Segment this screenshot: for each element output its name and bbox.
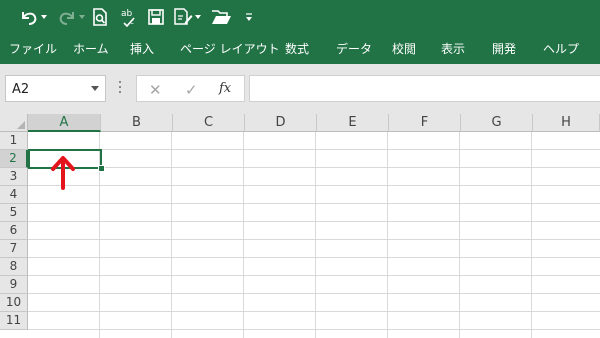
fill-handle[interactable] xyxy=(98,165,105,172)
undo-dropdown-icon[interactable] xyxy=(40,6,48,28)
svg-text:c: c xyxy=(130,18,134,26)
form-icon[interactable] xyxy=(172,6,194,28)
column-header-f[interactable]: F xyxy=(389,114,461,132)
red-arrow-annotation-icon xyxy=(50,154,76,194)
row-header-10[interactable]: 10 xyxy=(0,294,28,312)
tab-help[interactable]: ヘルプ xyxy=(543,40,579,57)
name-box[interactable]: A2 xyxy=(5,75,106,102)
open-folder-icon[interactable] xyxy=(210,6,234,28)
worksheet-grid: A B C D E F G H 1 2 3 4 5 6 7 8 9 10 11 xyxy=(0,114,600,338)
row-header-7[interactable]: 7 xyxy=(0,240,28,258)
tab-file[interactable]: ファイル xyxy=(9,40,57,57)
cell-area[interactable] xyxy=(28,132,600,338)
name-box-dropdown-icon[interactable] xyxy=(91,86,99,91)
column-header-h[interactable]: H xyxy=(533,114,600,132)
row-header-1[interactable]: 1 xyxy=(0,132,28,150)
column-header-a[interactable]: A xyxy=(28,114,101,132)
column-header-g[interactable]: G xyxy=(461,114,533,132)
redo-dropdown-icon[interactable] xyxy=(78,6,86,28)
formula-input[interactable] xyxy=(249,75,600,102)
select-all-triangle-icon xyxy=(17,121,25,129)
enter-icon[interactable]: ✓ xyxy=(185,81,198,99)
column-header-d[interactable]: D xyxy=(245,114,317,132)
customize-qat-icon[interactable] xyxy=(244,6,254,28)
select-all-button[interactable] xyxy=(0,114,28,132)
cancel-icon[interactable]: ✕ xyxy=(149,81,162,99)
ribbon-tabs: ファイル ホーム 挿入 ページ レイアウト 数式 データ 校閲 表示 開発 ヘル… xyxy=(0,34,600,64)
save-icon[interactable] xyxy=(146,6,166,28)
insert-function-button[interactable]: fx xyxy=(219,81,231,96)
form-dropdown-icon[interactable] xyxy=(194,6,202,28)
tab-developer[interactable]: 開発 xyxy=(492,40,516,57)
tab-page-layout[interactable]: ページ レイアウト xyxy=(180,40,280,57)
ribbon: ab c ファイル ホーム 挿入 ページ レイアウト 数式 データ 校閲 表示 開… xyxy=(0,0,600,64)
redo-icon[interactable] xyxy=(56,6,78,28)
row-header-5[interactable]: 5 xyxy=(0,204,28,222)
row-header-8[interactable]: 8 xyxy=(0,258,28,276)
tab-formulas[interactable]: 数式 xyxy=(285,40,309,57)
tab-data[interactable]: データ xyxy=(336,40,372,57)
formula-buttons: ✕ ✓ fx xyxy=(136,75,245,102)
row-header-9[interactable]: 9 xyxy=(0,276,28,294)
tab-review[interactable]: 校閲 xyxy=(392,40,416,57)
spelling-icon[interactable]: ab c xyxy=(118,6,140,28)
row-header-4[interactable]: 4 xyxy=(0,186,28,204)
print-preview-icon[interactable] xyxy=(90,6,110,28)
column-header-c[interactable]: C xyxy=(173,114,245,132)
undo-icon[interactable] xyxy=(18,6,40,28)
tab-insert[interactable]: 挿入 xyxy=(130,40,154,57)
quick-access-toolbar: ab c xyxy=(0,0,600,34)
tab-home[interactable]: ホーム xyxy=(73,40,109,57)
row-header-3[interactable]: 3 xyxy=(0,168,28,186)
tab-view[interactable]: 表示 xyxy=(441,40,465,57)
formula-bar-area: A2 ✕ ✓ fx xyxy=(0,64,600,114)
name-box-value: A2 xyxy=(12,82,30,97)
column-header-b[interactable]: B xyxy=(101,114,173,132)
row-header-11[interactable]: 11 xyxy=(0,312,28,330)
row-header-2[interactable]: 2 xyxy=(0,150,28,168)
formula-bar-grip-icon[interactable] xyxy=(119,81,122,95)
row-header-6[interactable]: 6 xyxy=(0,222,28,240)
column-header-e[interactable]: E xyxy=(317,114,389,132)
